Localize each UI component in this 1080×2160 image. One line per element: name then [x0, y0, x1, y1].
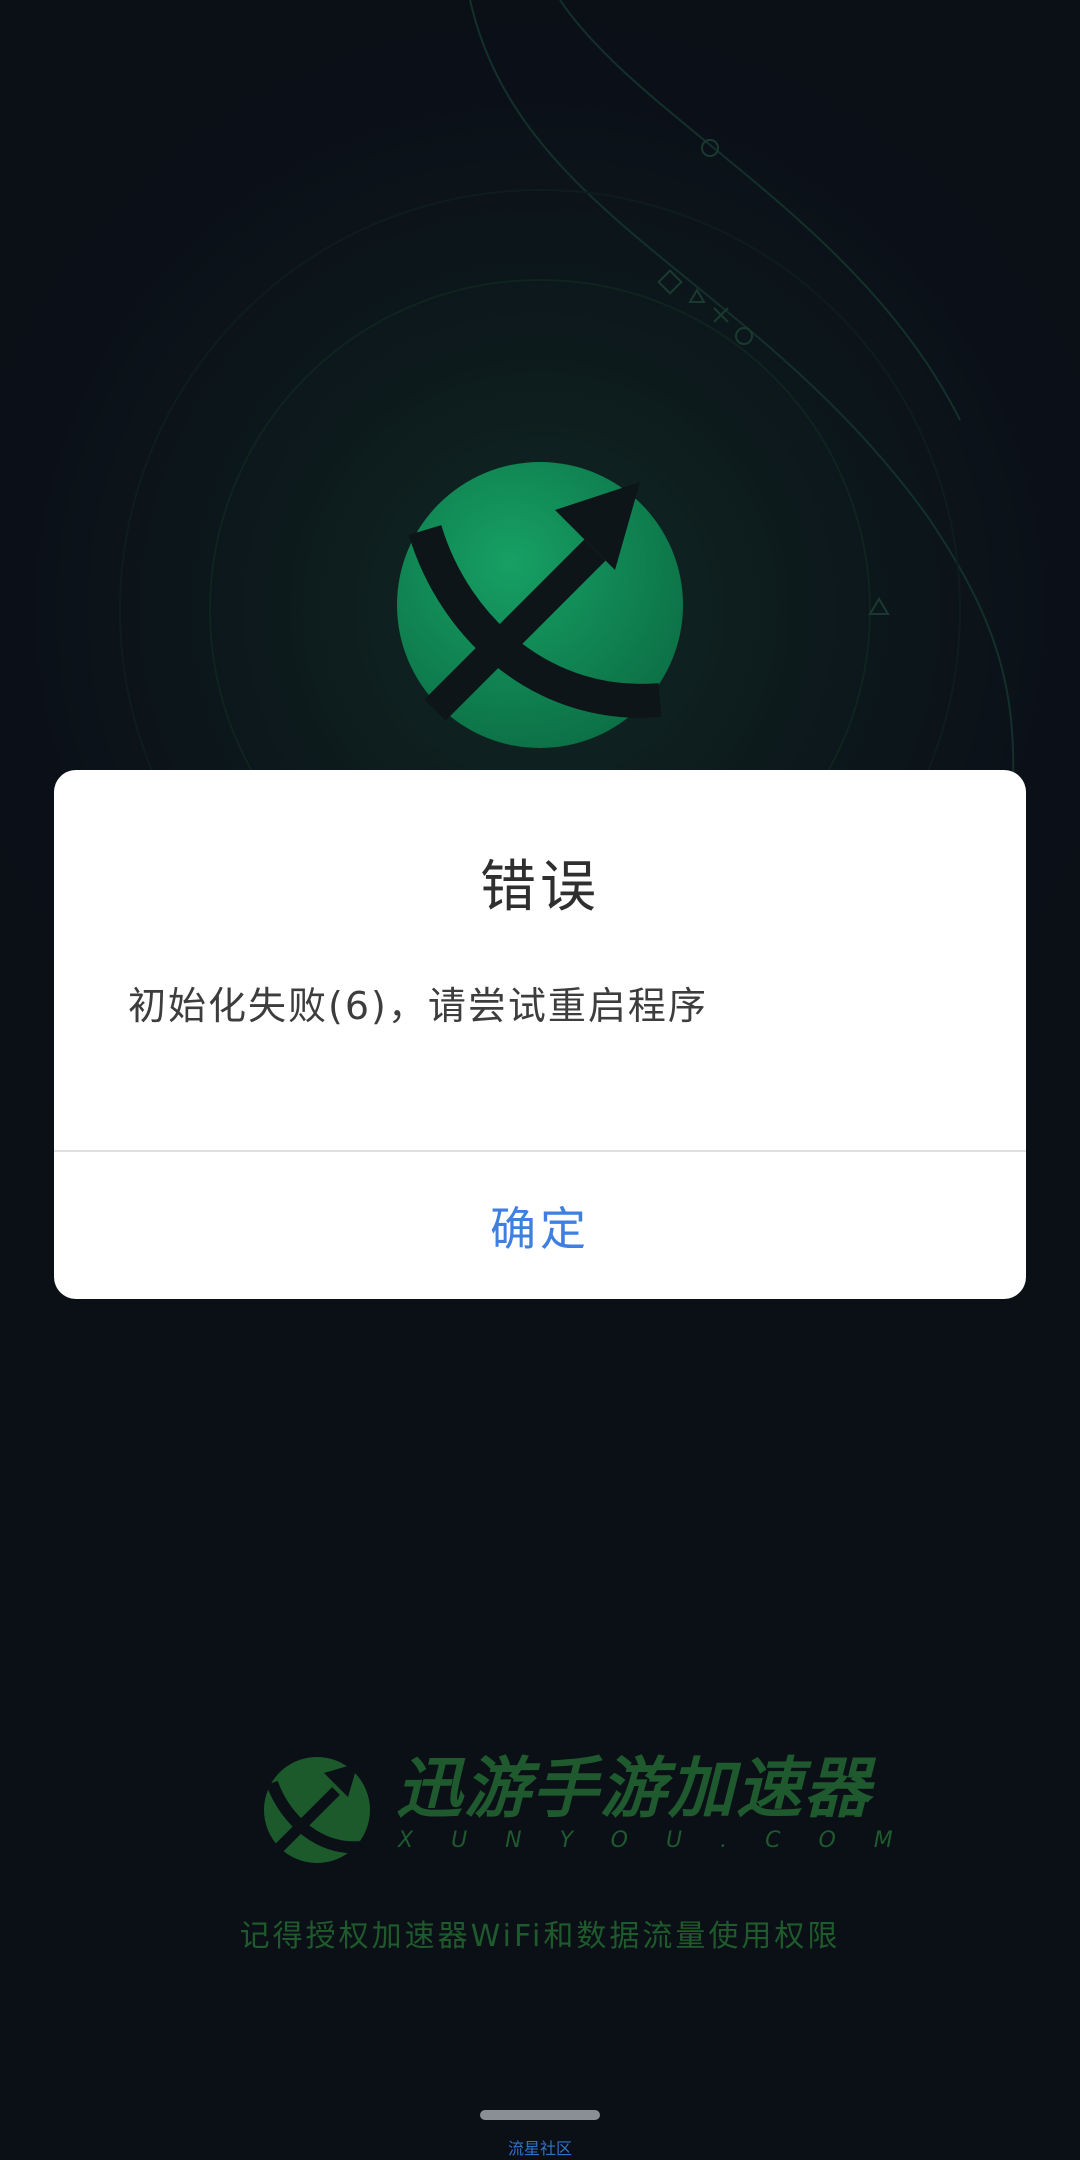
globe-arrow-icon	[397, 462, 683, 748]
permission-hint: 记得授权加速器WiFi和数据流量使用权限	[239, 1919, 841, 1954]
brand-footer: 迅游手游加速器 XUNYOU.COM	[262, 1751, 893, 1865]
dialog-message: 初始化失败(6)，请尝试重启程序	[128, 984, 708, 1028]
error-dialog: 错误 初始化失败(6)，请尝试重启程序 确定	[54, 770, 1026, 1299]
xunyou-logo-icon	[264, 1757, 370, 1863]
brand-domain: XUNYOU.COM	[398, 1828, 931, 1853]
home-indicator[interactable]	[480, 2110, 600, 2120]
confirm-button[interactable]: 确定	[54, 1152, 1026, 1299]
brand-name: 迅游手游加速器	[396, 1750, 872, 1827]
dialog-title: 错误	[480, 855, 600, 920]
watermark: 流星社区	[507, 2139, 572, 2158]
